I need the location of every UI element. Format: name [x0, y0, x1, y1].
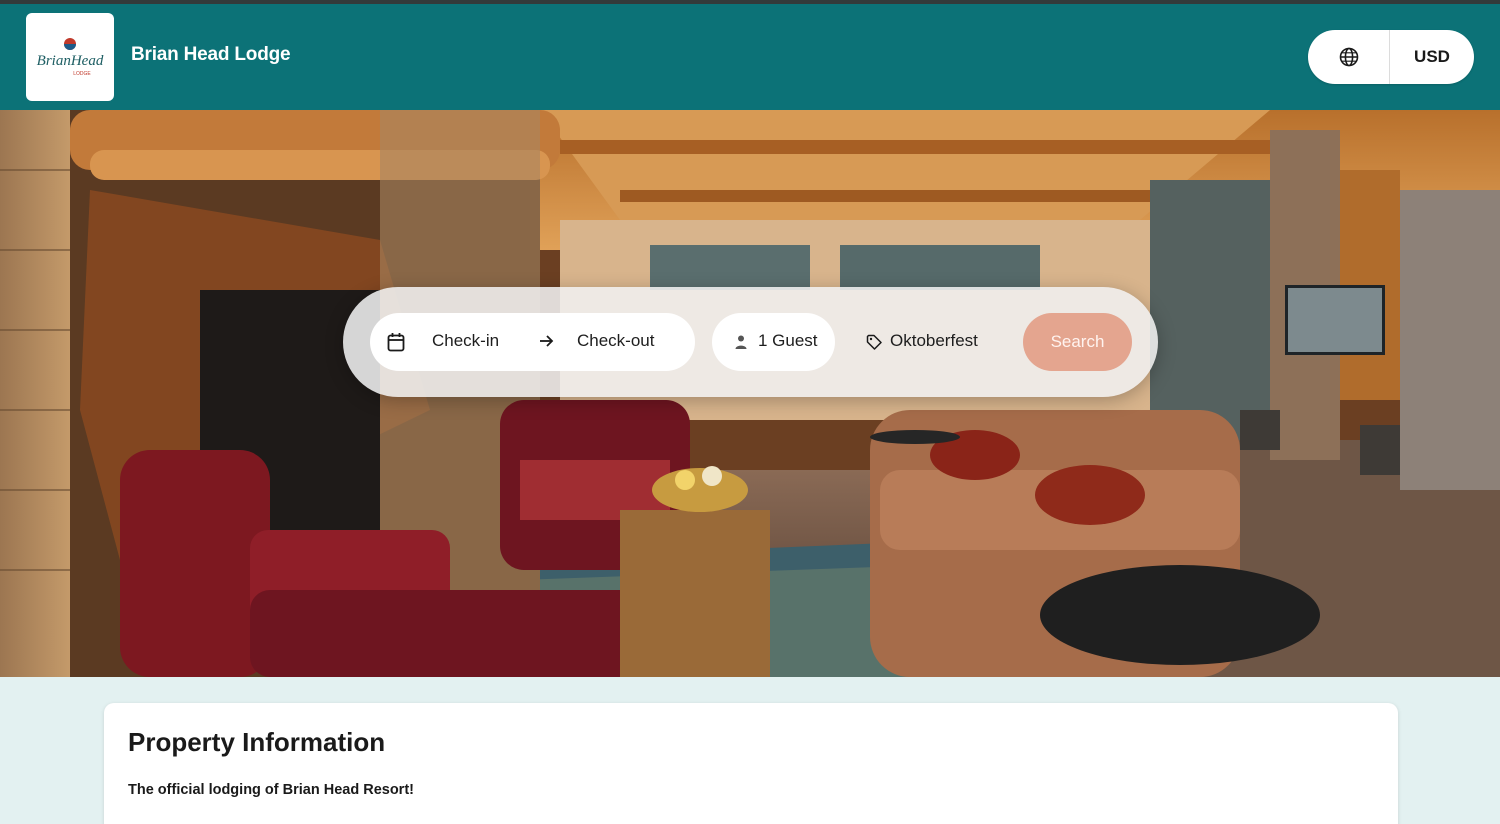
checkout-field[interactable]: Check-out — [577, 331, 654, 351]
property-tagline: The official lodging of Brian Head Resor… — [128, 782, 414, 798]
property-info-title: Property Information — [128, 727, 386, 757]
arrow-right-icon — [540, 335, 554, 347]
search-button[interactable]: Search — [1023, 313, 1132, 371]
site-header: BrianHead LODGE Brian Head Lodge USD — [0, 4, 1500, 110]
preferences-pill: USD — [1308, 30, 1474, 84]
property-info-card: Property Information The official lodgin… — [104, 703, 1398, 824]
svg-text:LODGE: LODGE — [73, 71, 91, 77]
guests-selector[interactable]: 1 Guest — [712, 313, 835, 371]
date-range-picker[interactable]: Check-in Check-out — [370, 313, 695, 371]
site-name: Brian Head Lodge — [131, 44, 291, 65]
logo-mark: BrianHead LODGE — [37, 38, 104, 77]
currency-button[interactable]: USD — [1390, 30, 1474, 84]
svg-text:BrianHead: BrianHead — [37, 53, 104, 69]
promo-code-field[interactable]: Oktoberfest — [864, 313, 1014, 371]
person-icon — [735, 335, 747, 349]
promo-code-label: Oktoberfest — [890, 331, 978, 350]
checkin-field[interactable]: Check-in — [432, 331, 499, 351]
globe-icon — [1339, 47, 1358, 67]
guests-label: 1 Guest — [758, 331, 818, 350]
tag-icon — [866, 334, 882, 350]
calendar-icon — [387, 333, 405, 352]
site-logo[interactable]: BrianHead LODGE — [26, 13, 114, 101]
language-button[interactable] — [1308, 30, 1390, 84]
